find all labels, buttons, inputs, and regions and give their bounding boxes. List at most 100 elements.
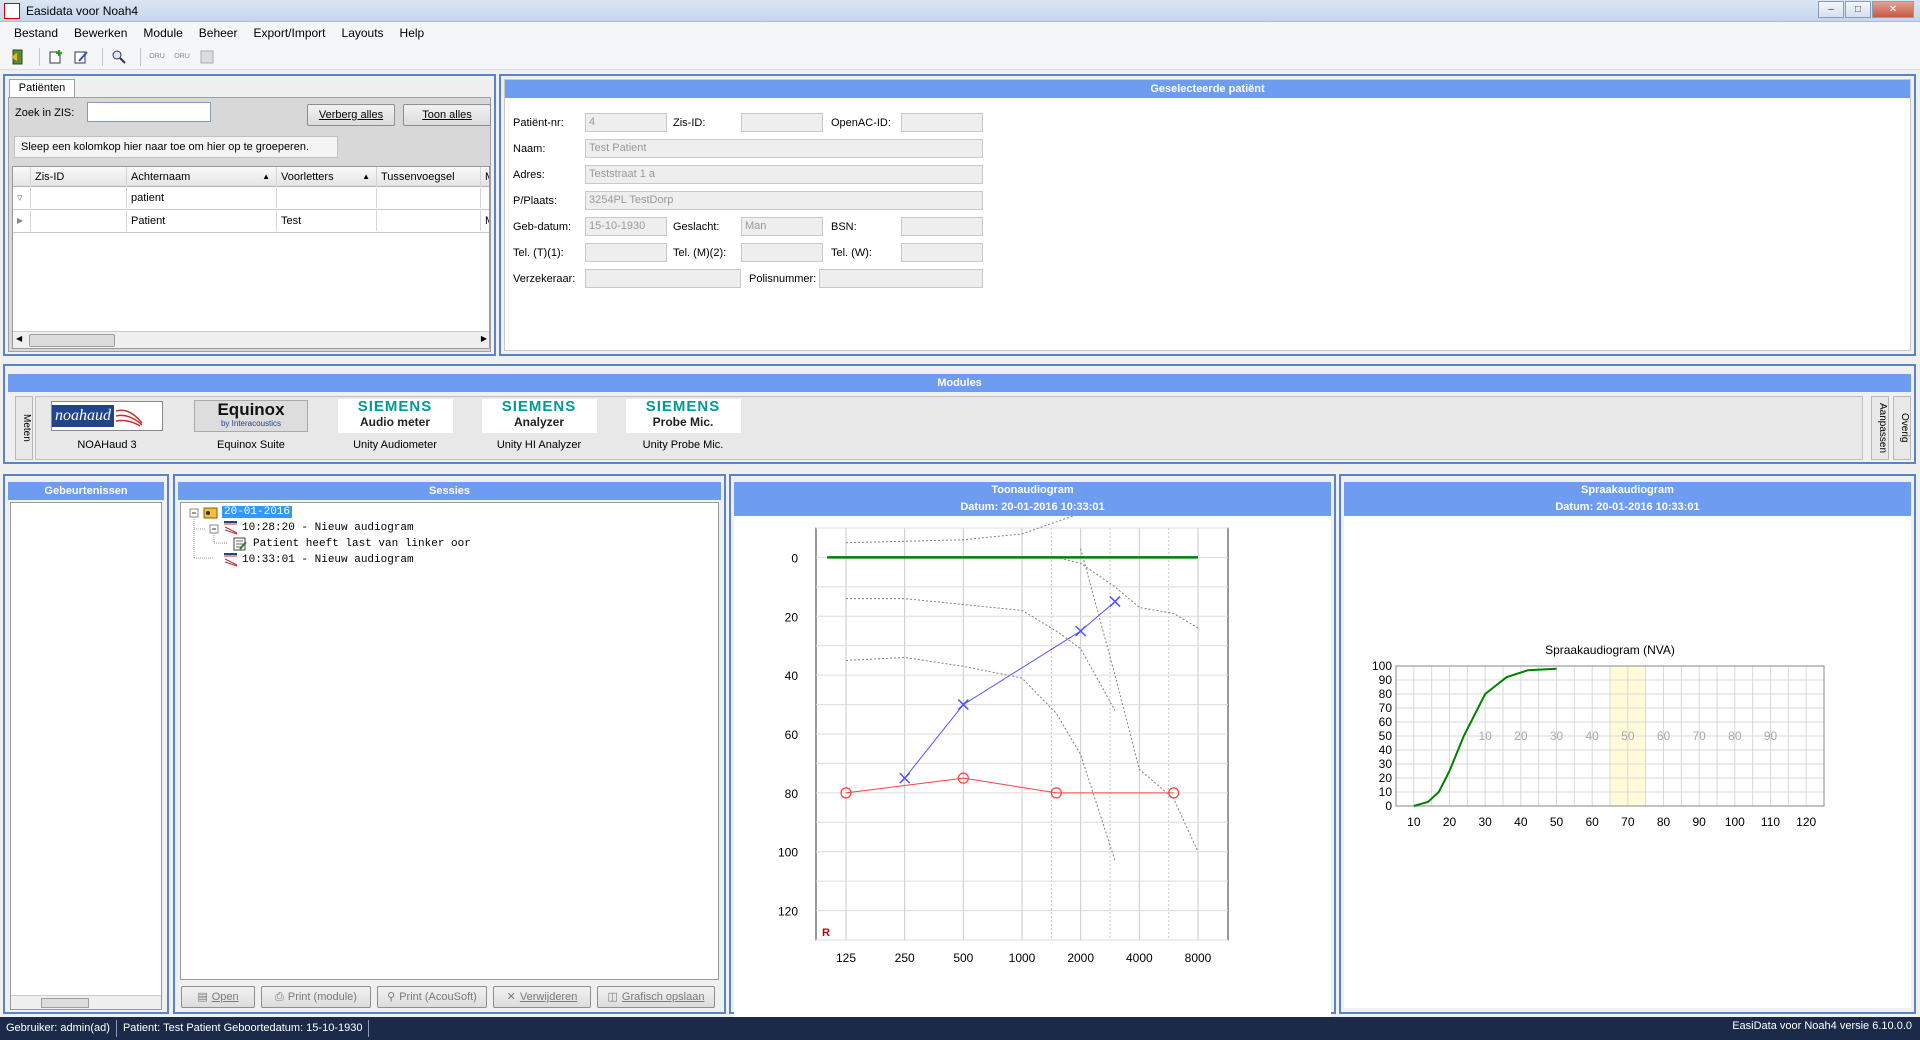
y-tick-label: 0 [1385,799,1392,813]
app-logo-icon [4,2,20,19]
x-tick-label: 70 [1621,815,1635,829]
filter-zis-id[interactable] [31,188,127,208]
close-button[interactable]: ✕ [1872,1,1914,18]
birthdate-field[interactable]: 15-10-1930 [585,217,667,236]
sessions-header: Sessies [178,482,721,500]
search-icon[interactable] [109,47,129,67]
y-tick-label: 40 [785,669,799,683]
y-tick-label: 30 [1379,757,1393,771]
y-tick-label: 20 [785,610,799,624]
speech-audiogram-chart[interactable]: Spraakaudiogram (NVA)0102030405060708090… [1344,516,1911,996]
aanpassen-tab[interactable]: Aanpassen [1871,396,1889,460]
x-tick-label: 500 [953,951,973,965]
menu-bar: Bestand Bewerken Module Beheer Export/Im… [0,22,1920,44]
col-voorletters[interactable]: Voorletters ▲ [277,167,377,187]
x-tick-label: 250 [895,951,915,965]
scroll-thumb[interactable] [41,998,89,1008]
col-zis-id[interactable]: Zis-ID [31,167,127,187]
overig-tab[interactable]: Overig [1893,396,1911,460]
sort-asc-icon: ▲ [362,172,370,181]
print-acousoft-button[interactable]: ⚲ Print (AcouSoft) [377,986,487,1008]
audiogram-icon [224,553,238,567]
inner-label: 50 [1621,729,1635,743]
inner-label: 60 [1657,729,1671,743]
bsn-field[interactable] [901,217,983,236]
module-unity-audiometer[interactable]: SIEMENS Audio meter Unity Audiometer [330,399,460,451]
open-button[interactable]: ▤ Open [181,986,255,1008]
col-m[interactable]: M [481,167,489,187]
add-patient-icon[interactable] [46,47,66,67]
table-row[interactable]: ▶ Patient Test M [13,211,489,233]
maximize-button[interactable]: □ [1845,1,1871,18]
scroll-thumb[interactable] [29,334,115,347]
note-icon [233,537,247,551]
tel2-field[interactable] [741,243,823,262]
filter-tussenvoegsel[interactable] [377,188,481,208]
delete-button[interactable]: ✕ Verwijderen [493,986,591,1008]
menu-layouts[interactable]: Layouts [334,26,392,40]
col-achternaam[interactable]: Achternaam ▲ [127,167,277,187]
print-module-button[interactable]: ⎙ Print (module) [261,986,371,1008]
events-scrollbar[interactable] [11,995,161,1009]
speech-audiogram-date: Datum: 20-01-2016 10:33:01 [1555,501,1700,513]
module-equinox[interactable]: Equinox by Interacoustics Equinox Suite [186,399,316,451]
filter-voorletters[interactable] [277,188,377,208]
list-item[interactable]: 10:33:01 - Nieuw audiogram [223,553,414,567]
insurer-field[interactable] [585,269,741,288]
list-item[interactable]: 10:28:20 - Nieuw audiogram [223,521,414,535]
session-date-node[interactable]: 20-01-2016 [203,505,293,519]
name-field[interactable]: Test Patient [585,139,983,158]
y-tick-label: 60 [785,728,799,742]
openac-id-field[interactable] [901,113,983,132]
tone-audiogram-chart[interactable]: 125 250 500 1000 2000 4000 8000 0 20 40 60 80 100 120… [734,516,1331,1006]
menu-beheer[interactable]: Beheer [191,26,246,40]
oru-p-icon[interactable]: ORU [147,47,167,67]
scroll-right-icon[interactable]: ▶ [481,334,487,343]
oru-grey-icon[interactable] [197,47,217,67]
x-tick-label: 50 [1550,815,1564,829]
module-noahaud[interactable]: noahaud NOAHaud 3 [42,399,172,451]
list-item[interactable]: Patient heeft last van linker oor [233,537,471,551]
x-tick-label: 8000 [1185,951,1212,965]
status-version: EasiData voor Noah4 versie 6.10.0.0 [1732,1020,1912,1032]
module-unity-probe-mic[interactable]: SIEMENS Probe Mic. Unity Probe Mic. [618,399,748,451]
policy-field[interactable] [819,269,983,288]
x-tick-label: 90 [1692,815,1706,829]
y-tick-label: 100 [778,846,798,860]
city-field[interactable]: 3254PL TestDorp [585,191,983,210]
y-tick-label: 90 [1379,673,1393,687]
menu-module[interactable]: Module [135,26,190,40]
zis-id-field[interactable] [741,113,823,132]
hide-all-button[interactable]: Verberg alles [307,104,395,126]
speech-audiogram-panel: Spraakaudiogram Datum: 20-01-2016 10:33:… [1339,474,1916,1014]
menu-help[interactable]: Help [392,26,433,40]
gender-field[interactable]: Man [741,217,823,236]
title-bar: Easidata voor Noah4 – □ ✕ [0,0,1920,22]
menu-bestand[interactable]: Bestand [6,26,66,40]
scroll-left-icon[interactable]: ◀ [16,334,22,343]
save-graphic-button[interactable]: ◫ Grafisch opslaan [597,986,715,1008]
y-tick-label: 70 [1379,701,1393,715]
module-unity-hi-analyzer[interactable]: SIEMENS Analyzer Unity HI Analyzer [474,399,604,451]
menu-export-import[interactable]: Export/Import [245,26,333,40]
patient-nr-field[interactable]: 4 [585,113,667,132]
meten-tab[interactable]: Meten [15,396,33,460]
tel1-field[interactable] [585,243,667,262]
menu-bewerken[interactable]: Bewerken [66,26,135,40]
search-label: Zoek in ZIS: [15,107,75,119]
noahaud-logo: noahaud [42,399,172,433]
exit-icon[interactable] [8,47,28,67]
minimize-button[interactable]: – [1818,1,1844,18]
col-tussenvoegsel[interactable]: Tussenvoegsel [377,167,481,187]
address-field[interactable]: Teststraat 1 a [585,165,983,184]
oru-f-icon[interactable]: ORU [172,47,192,67]
telw-field[interactable] [901,243,983,262]
patients-tab-body: Zoek in ZIS: Verberg alles Toon alles Sl… [8,97,491,352]
patients-tab[interactable]: Patiënten [9,79,75,97]
search-input[interactable] [87,102,211,122]
delete-icon: ✕ [506,991,516,1003]
horizontal-scrollbar[interactable]: ◀ ▶ [13,331,489,348]
filter-achternaam[interactable]: patient [127,188,277,208]
edit-patient-icon[interactable] [71,47,91,67]
show-all-button[interactable]: Toon alles [403,104,491,126]
